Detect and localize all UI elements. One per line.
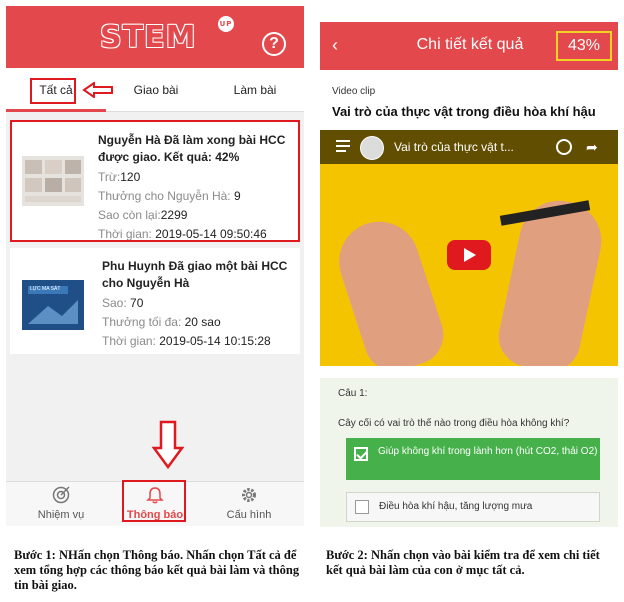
app-header: STEM UP ? (6, 6, 304, 68)
stem-logo: STEM UP (100, 16, 234, 55)
video-heading: Vai trò của thực vật trong điều hòa khí … (332, 104, 596, 119)
row-label: Sao: (102, 296, 127, 310)
back-icon[interactable]: ‹ (332, 35, 338, 56)
row-value: 20 sao (184, 315, 221, 329)
notification-assignment[interactable]: LỰC MA SÁT Phu Huynh Đã giao một bài HCC… (10, 248, 300, 354)
gear-icon (242, 488, 256, 502)
left-phone-screen: STEM UP ? Tất cả Giao bài Làm bài Nguyễn… (6, 6, 304, 526)
tab-bar: Tất cả Giao bài Làm bài (6, 68, 304, 112)
channel-avatar[interactable] (360, 136, 384, 160)
watch-later-icon[interactable] (556, 139, 572, 155)
thumbnail-caption: LỰC MA SÁT (30, 286, 61, 292)
highlight-box (10, 120, 300, 242)
tab-assign[interactable]: Giao bài (106, 68, 206, 112)
video-label: Video clip (332, 86, 376, 97)
caption-step-2: Bước 2: Nhấn chọn vào bài kiểm tra để xe… (326, 548, 600, 577)
option-text: Điều hòa khí hậu, tăng lượng mưa (379, 501, 533, 512)
info-row: Thưởng tối đa: 20 sao (102, 314, 288, 331)
nav-tasks[interactable]: Nhiệm vụ (16, 482, 106, 526)
score-badge: 43% (556, 31, 612, 61)
video-top-bar: Vai trò của thực vật t... ➦ (320, 130, 618, 164)
question-number: Câu 1: (338, 388, 368, 399)
result-header: ‹ Chi tiết kết quả 43% (320, 22, 618, 70)
caption-step-1: Bước 1: NHấn chọn Thông báo. Nhấn chọn T… (14, 548, 300, 592)
checkbox-icon (355, 500, 369, 514)
row-label: Thưởng tối đa: (102, 315, 182, 329)
info-row: Sao: 70 (102, 295, 288, 312)
question-text: Cây cối có vai trò thế nào trong điều hò… (338, 418, 570, 429)
nav-label: Nhiệm vụ (37, 509, 85, 521)
answer-option-correct[interactable]: Giúp không khí trong lành hơn (hút CO2, … (346, 438, 600, 480)
option-text: Giúp không khí trong lành hơn (hút CO2, … (378, 446, 598, 457)
logo-badge: UP (218, 16, 234, 32)
nav-settings[interactable]: Cấu hình (204, 482, 294, 526)
highlight-box (122, 480, 186, 522)
hand-image (328, 211, 452, 366)
row-label: Thời gian: (102, 334, 156, 348)
info-row: Thời gian: 2019-05-14 10:15:28 (102, 333, 288, 350)
help-icon[interactable]: ? (262, 32, 286, 56)
answer-option[interactable]: Điều hòa khí hậu, tăng lượng mưa (346, 492, 600, 522)
arrow-down-icon (152, 420, 184, 470)
tab-do-work[interactable]: Làm bài (206, 68, 304, 112)
video-player-title[interactable]: Vai trò của thực vật t... (394, 140, 564, 154)
share-icon[interactable]: ➦ (586, 139, 598, 156)
logo-text: STEM (100, 20, 197, 55)
notification-title: Phu Huynh Đã giao một bài HCC cho Nguyễn… (102, 259, 288, 290)
play-button[interactable] (447, 240, 491, 270)
row-value: 70 (130, 296, 144, 310)
video-player[interactable]: Vai trò của thực vật t... ➦ (320, 130, 618, 366)
quiz-section: Câu 1: Cây cối có vai trò thế nào trong … (320, 378, 618, 527)
arrow-left-icon (82, 82, 113, 98)
highlight-box (30, 78, 76, 104)
target-icon (52, 486, 70, 504)
nav-label: Cấu hình (226, 509, 272, 521)
page-title: Chi tiết kết quả (416, 36, 524, 53)
right-phone-screen: ‹ Chi tiết kết quả 43% Video clip Vai tr… (320, 22, 618, 527)
playlist-icon[interactable] (336, 140, 350, 152)
checkbox-checked-icon (354, 447, 368, 461)
row-value: 2019-05-14 10:15:28 (159, 334, 271, 348)
notification-text: Phu Huynh Đã giao một bài HCC cho Nguyễn… (102, 258, 288, 350)
lesson-thumbnail: LỰC MA SÁT (22, 280, 84, 330)
